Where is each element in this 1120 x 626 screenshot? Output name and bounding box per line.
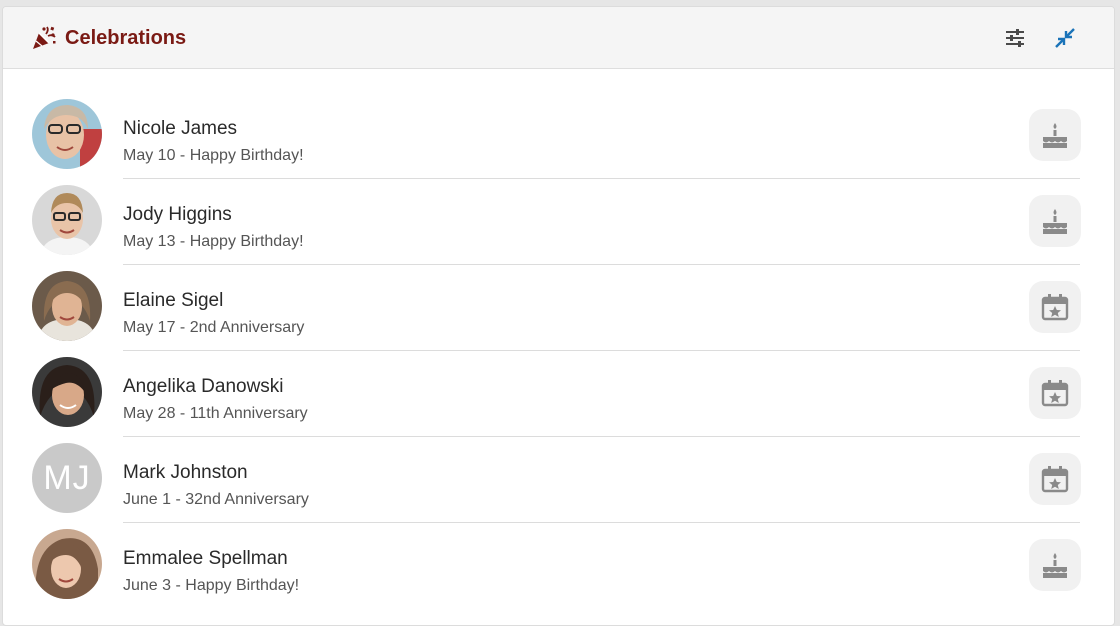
party-popper-icon — [31, 25, 57, 51]
list-item[interactable]: Emmalee Spellman June 3 - Happy Birthday… — [3, 526, 1114, 612]
list-item[interactable]: Angelika Danowski May 28 - 11th Annivers… — [3, 354, 1114, 440]
calendar-star-icon — [1041, 466, 1069, 493]
avatar[interactable] — [32, 357, 102, 427]
celebration-detail: June 1 - 32nd Anniversary — [123, 491, 309, 508]
avatar-initials[interactable]: MJ — [32, 443, 102, 513]
row-divider — [123, 522, 1080, 523]
row-divider — [123, 178, 1080, 179]
person-name[interactable]: Emmalee Spellman — [123, 548, 288, 570]
card-title: Celebrations — [65, 27, 187, 49]
celebration-detail: May 10 - Happy Birthday! — [123, 147, 304, 164]
avatar[interactable] — [32, 185, 102, 255]
list-item[interactable]: Nicole James May 10 - Happy Birthday! — [3, 96, 1114, 182]
celebrate-button[interactable] — [1029, 453, 1081, 505]
avatar[interactable] — [32, 271, 102, 341]
celebrate-button[interactable] — [1029, 539, 1081, 591]
birthday-cake-icon — [1043, 123, 1067, 148]
celebration-detail: May 28 - 11th Anniversary — [123, 405, 308, 422]
celebrate-button[interactable] — [1029, 195, 1081, 247]
card-header: Celebrations — [3, 7, 1114, 69]
row-divider — [123, 436, 1080, 437]
list-item[interactable]: Elaine Sigel May 17 - 2nd Anniversary — [3, 268, 1114, 354]
person-name[interactable]: Jody Higgins — [123, 204, 232, 226]
celebration-detail: May 13 - Happy Birthday! — [123, 233, 304, 250]
collapse-button[interactable] — [1052, 25, 1078, 51]
celebrations-card: Celebrations Nicole James May 10 - Happy… — [2, 6, 1115, 626]
birthday-cake-icon — [1043, 553, 1067, 578]
celebration-detail: June 3 - Happy Birthday! — [123, 577, 300, 594]
person-name[interactable]: Mark Johnston — [123, 462, 248, 484]
row-divider — [123, 264, 1080, 265]
celebrate-button[interactable] — [1029, 109, 1081, 161]
filter-button[interactable] — [1002, 25, 1028, 51]
person-name[interactable]: Nicole James — [123, 118, 237, 140]
celebrate-button[interactable] — [1029, 367, 1081, 419]
person-name[interactable]: Elaine Sigel — [123, 290, 223, 312]
collapse-arrows-icon — [1055, 28, 1075, 48]
list-item[interactable]: MJ Mark Johnston June 1 - 32nd Anniversa… — [3, 440, 1114, 526]
list-item[interactable]: Jody Higgins May 13 - Happy Birthday! — [3, 182, 1114, 268]
avatar[interactable] — [32, 529, 102, 599]
row-divider — [123, 350, 1080, 351]
birthday-cake-icon — [1043, 209, 1067, 234]
calendar-star-icon — [1041, 294, 1069, 321]
person-name[interactable]: Angelika Danowski — [123, 376, 284, 398]
celebration-detail: May 17 - 2nd Anniversary — [123, 319, 305, 336]
avatar[interactable] — [32, 99, 102, 169]
celebrate-button[interactable] — [1029, 281, 1081, 333]
calendar-star-icon — [1041, 380, 1069, 407]
sliders-icon — [1006, 29, 1024, 47]
